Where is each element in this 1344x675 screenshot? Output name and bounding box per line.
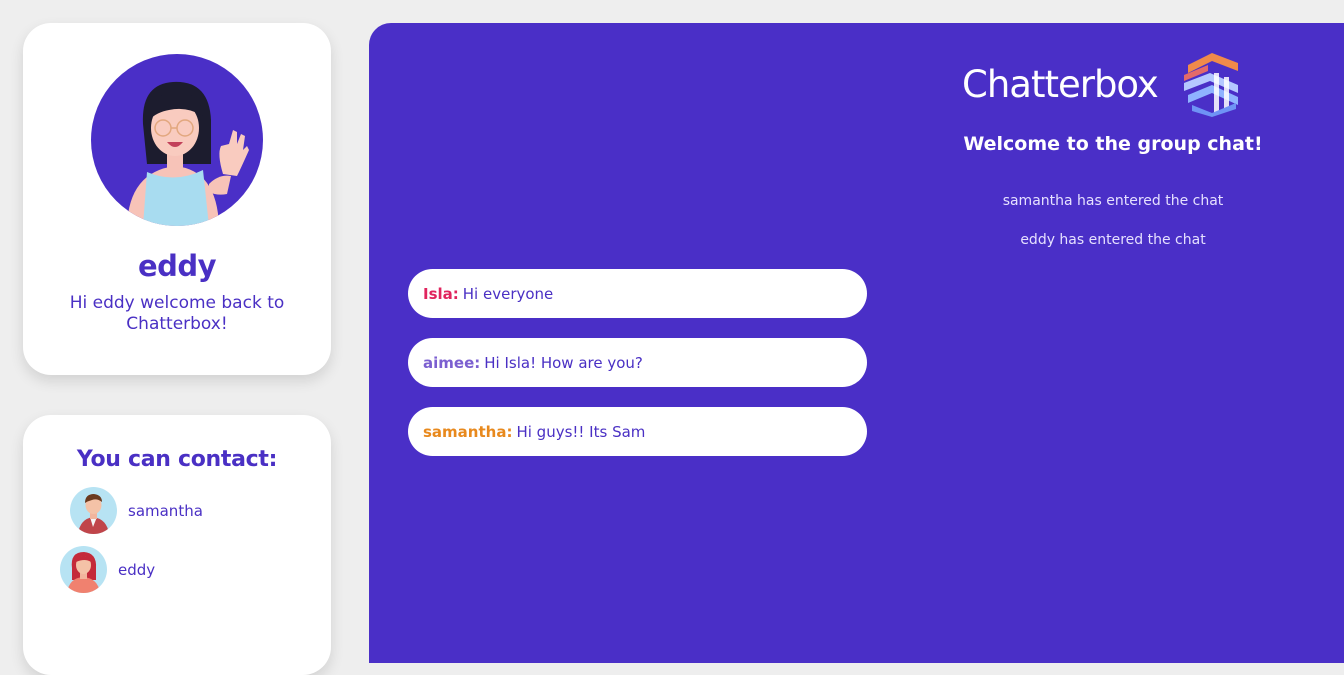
profile-card: eddy Hi eddy welcome back to Chatterbox! — [23, 23, 331, 375]
contact-item-samantha[interactable]: samantha — [70, 487, 203, 534]
contact-item-eddy[interactable]: eddy — [60, 546, 155, 593]
woman-avatar-icon — [60, 546, 107, 593]
man-avatar-icon — [70, 487, 117, 534]
group-chat-welcome-title: Welcome to the group chat! — [963, 133, 1263, 155]
system-message: eddy has entered the chat — [1020, 232, 1206, 248]
chat-message: aimee: Hi Isla! How are you? — [408, 338, 867, 387]
contact-name: eddy — [118, 560, 156, 579]
chatterbox-logo: Chatterbox — [962, 51, 1240, 117]
profile-welcome-message: Hi eddy welcome back to Chatterbox! — [69, 293, 285, 334]
message-sender: samantha: — [423, 422, 513, 441]
message-sender: Isla: — [423, 284, 459, 303]
contact-name: samantha — [128, 501, 203, 520]
user-avatar — [91, 54, 263, 226]
message-text: Hi guys!! Its Sam — [516, 422, 646, 441]
profile-name: eddy — [137, 249, 217, 283]
contacts-title: You can contact: — [76, 447, 278, 472]
chatterbox-logo-icon — [1183, 53, 1238, 117]
system-message: samantha has entered the chat — [1002, 193, 1224, 209]
message-text: Hi Isla! How are you? — [484, 353, 643, 372]
chat-panel: Chatterbox Welcome to the group chat! sa… — [369, 23, 1344, 663]
message-sender: aimee: — [423, 353, 481, 372]
contacts-card: You can contact: samantha eddy — [23, 415, 331, 675]
message-text: Hi everyone — [462, 284, 554, 303]
chat-message: samantha: Hi guys!! Its Sam — [408, 407, 867, 456]
woman-waving-icon — [127, 81, 249, 226]
chat-message: Isla: Hi everyone — [408, 269, 867, 318]
logo-text: Chatterbox — [962, 62, 1159, 106]
